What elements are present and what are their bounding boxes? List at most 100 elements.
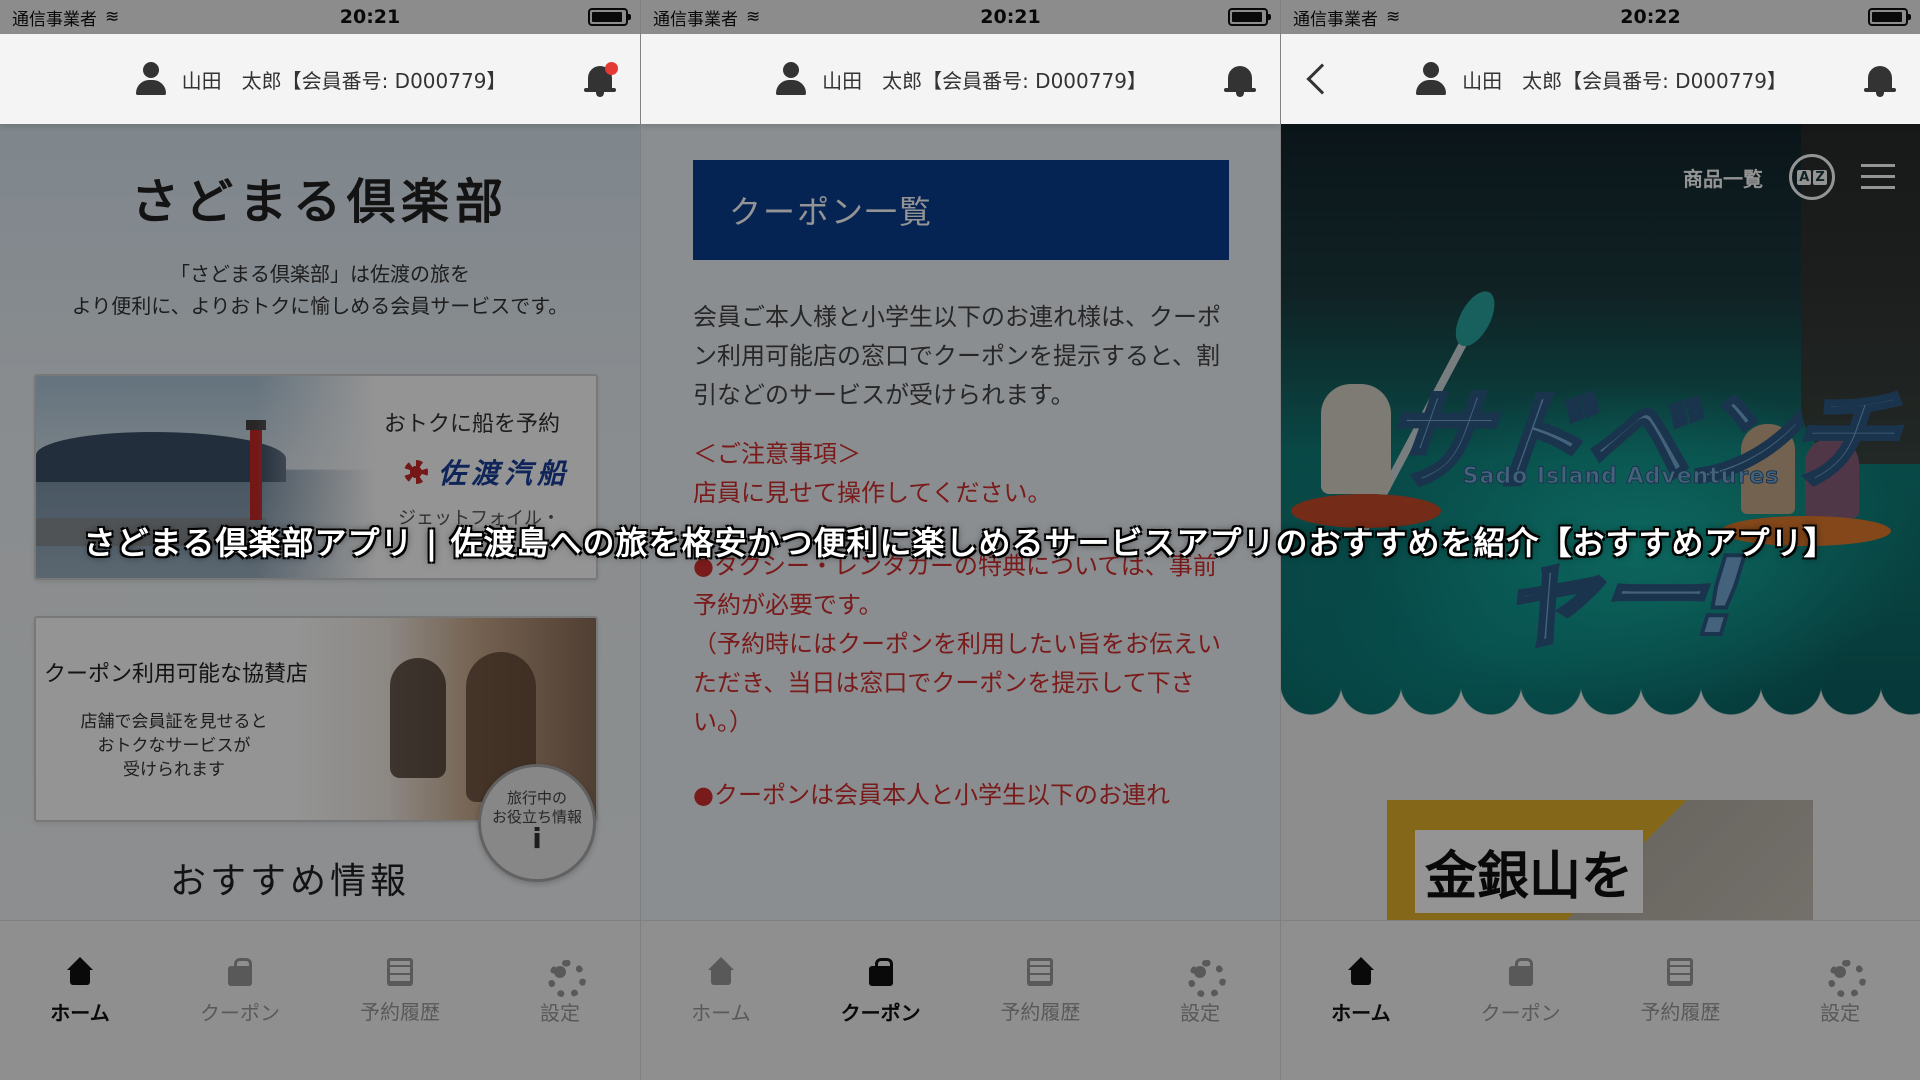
ferry-card-label: おトクに船を予約 <box>383 412 560 437</box>
tab-history-label: 予約履歴 <box>1000 1000 1081 1024</box>
ferry-brand-name: 佐渡汽船 <box>437 457 570 490</box>
tab-home[interactable]: ホーム <box>641 957 801 1080</box>
status-bar: 通信事業者 ≋ 20:22 <box>1281 0 1920 34</box>
battery-icon <box>1868 8 1911 26</box>
user-info[interactable]: 山田 太郎【会員番号: D000779】 <box>774 62 1147 96</box>
tab-coupon[interactable]: クーポン <box>801 957 961 1080</box>
battery-icon <box>588 8 631 26</box>
gear-icon <box>1185 957 1227 998</box>
tab-coupon[interactable]: クーポン <box>160 957 320 1080</box>
clock: 20:21 <box>980 6 1041 28</box>
ferry-brand: 佐渡汽船 <box>403 452 570 492</box>
user-label: 山田 太郎【会員番号: D000779】 <box>181 68 507 93</box>
carrier-label: 通信事業者 <box>12 9 97 30</box>
hero-image: サドベンチャー! Sado Island Adventures 商品一覧 AZ <box>1281 124 1920 734</box>
user-icon <box>774 62 808 96</box>
web-nav: 商品一覧 AZ <box>1683 154 1895 200</box>
notification-dot <box>605 62 618 75</box>
shopping-bag-icon <box>225 957 255 987</box>
tab-settings[interactable]: 設定 <box>480 957 640 1080</box>
wave-divider <box>1281 684 1920 734</box>
tab-history-label: 予約履歴 <box>360 1000 440 1024</box>
lang-z: Z <box>1813 169 1827 185</box>
notice-1: 店員に見せて操作してください。 <box>693 479 1052 507</box>
product-list-link[interactable]: 商品一覧 <box>1683 163 1763 192</box>
tab-coupon-label: クーポン <box>200 1001 280 1025</box>
page-title: さどまる倶楽部 <box>130 174 509 230</box>
lang-a: A <box>1797 169 1812 185</box>
tab-bar: ホーム クーポン 予約履歴 設定 <box>0 920 640 1080</box>
back-chevron-icon[interactable] <box>1306 63 1338 95</box>
carrier: 通信事業者 ≋ <box>12 5 212 30</box>
carrier-label: 通信事業者 <box>653 9 738 30</box>
user-info[interactable]: 山田 太郎【会員番号: D000779】 <box>134 62 507 96</box>
home-icon <box>1346 957 1376 987</box>
wifi-icon: ≋ <box>1386 7 1401 27</box>
status-bar: 通信事業者 ≋ 20:21 <box>0 0 640 34</box>
notice-title: ＜ご注意事項＞ <box>693 440 861 468</box>
tab-settings-label: 設定 <box>1180 1001 1221 1025</box>
shopping-bag-icon <box>866 957 896 987</box>
user-icon <box>134 62 168 96</box>
app-header: 山田 太郎【会員番号: D000779】 <box>641 34 1280 124</box>
user-info[interactable]: 山田 太郎【会員番号: D000779】 <box>1414 62 1787 96</box>
site-logo: サドベンチャー! <box>1371 377 1898 662</box>
tab-home-label: ホーム <box>691 1001 751 1025</box>
tab-coupon-label: クーポン <box>840 1001 921 1025</box>
tab-coupon-label: クーポン <box>1480 1001 1561 1025</box>
info-icon: i <box>532 822 542 855</box>
tab-coupon[interactable]: クーポン <box>1441 957 1601 1080</box>
tab-history[interactable]: 予約履歴 <box>1601 957 1761 1080</box>
travel-info-label: 旅行中の お役立ち情報 <box>491 789 582 826</box>
status-bar: 通信事業者 ≋ 20:21 <box>641 0 1280 34</box>
notice-3: ●クーポンは会員本人と小学生以下のお連れ <box>693 781 1170 809</box>
coupon-list-title: クーポン一覧 <box>693 160 1229 260</box>
ferry-logo-icon <box>403 460 428 484</box>
carrier-label: 通信事業者 <box>1293 9 1378 30</box>
tab-bar: ホーム クーポン 予約履歴 設定 <box>641 920 1280 1080</box>
promo-banner[interactable]: 金銀山を <box>1387 800 1813 920</box>
notification-bell-icon[interactable] <box>1224 64 1256 98</box>
tab-settings-label: 設定 <box>1820 1001 1861 1025</box>
clock: 20:22 <box>1620 6 1681 28</box>
site-logo-sub: Sado Island Adventures <box>1462 464 1780 490</box>
home-description: 「さどまる倶楽部」は佐渡の旅を より便利に、よりおトクに愉しめる会員サービスです… <box>71 262 569 318</box>
caption-title: さどまる倶楽部アプリ | 佐渡島への旅を格安かつ便利に楽しめるサービスアプリのお… <box>83 524 1837 562</box>
clock: 20:21 <box>339 6 401 28</box>
tab-settings-label: 設定 <box>540 1001 580 1025</box>
gear-icon <box>1825 957 1867 998</box>
tab-home-label: ホーム <box>1331 1001 1391 1025</box>
wifi-icon: ≋ <box>105 7 120 27</box>
coupon-card-desc: 店舗で会員証を見せると おトクなサービスが 受けられます <box>80 712 268 780</box>
coupon-intro: 会員ご本人様と小学生以下のお連れ様は、クーポン利用可能店の窓口でクーポンを提示す… <box>693 303 1221 409</box>
battery-icon <box>1228 8 1271 26</box>
home-icon <box>65 957 95 987</box>
tab-home-label: ホーム <box>50 1001 110 1025</box>
notification-bell-icon[interactable] <box>584 62 618 98</box>
wifi-icon: ≋ <box>746 7 761 27</box>
shopping-bag-icon <box>1506 957 1536 987</box>
app-header: 山田 太郎【会員番号: D000779】 <box>1281 34 1920 124</box>
recommend-title: おすすめ情報 <box>169 861 410 902</box>
notification-bell-icon[interactable] <box>1864 64 1896 98</box>
tab-history[interactable]: 予約履歴 <box>961 957 1121 1080</box>
tab-history-label: 予約履歴 <box>1640 1000 1721 1024</box>
notice-2b: （予約時にはクーポンを利用したい旨をお伝えいただき、当日は窓口でクーポンを提示し… <box>693 630 1221 736</box>
user-icon <box>1414 62 1448 96</box>
tab-history[interactable]: 予約履歴 <box>320 957 480 1080</box>
list-icon <box>1027 958 1054 986</box>
tab-home[interactable]: ホーム <box>1281 957 1441 1080</box>
user-label: 山田 太郎【会員番号: D000779】 <box>822 68 1147 93</box>
tab-settings[interactable]: 設定 <box>1120 957 1280 1080</box>
coupon-card-title: クーポン利用可能な協賛店 <box>44 662 309 687</box>
user-label: 山田 太郎【会員番号: D000779】 <box>1462 68 1787 93</box>
carrier: 通信事業者 ≋ <box>1293 5 1493 30</box>
home-icon <box>706 957 736 987</box>
hamburger-menu-icon[interactable] <box>1861 164 1895 190</box>
carrier: 通信事業者 ≋ <box>653 5 853 30</box>
app-header: 山田 太郎【会員番号: D000779】 <box>0 34 640 124</box>
language-icon[interactable]: AZ <box>1789 154 1835 200</box>
list-icon <box>387 958 413 986</box>
tab-settings[interactable]: 設定 <box>1760 957 1920 1080</box>
tab-home[interactable]: ホーム <box>0 957 160 1080</box>
